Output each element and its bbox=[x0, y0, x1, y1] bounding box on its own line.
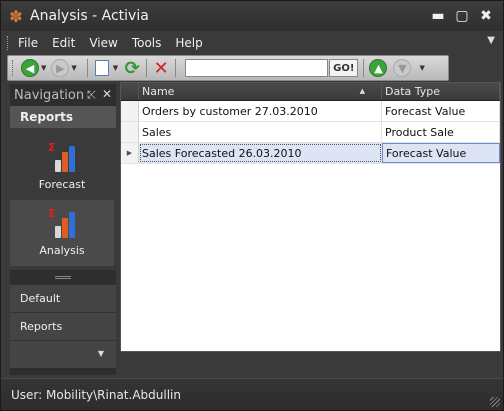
download-icon[interactable]: ▼ bbox=[393, 59, 412, 77]
title-bar[interactable]: ✽ Analysis - Activia ▬ ▢ ✖ bbox=[1, 1, 503, 31]
chevron-down-icon[interactable]: ▼ bbox=[98, 349, 104, 358]
column-header-name[interactable]: Name ▲ bbox=[139, 83, 382, 100]
cell-name[interactable]: Sales bbox=[139, 122, 382, 142]
status-bar: User: Mobility\Rinat.Abdullin bbox=[1, 378, 503, 410]
nav-group-reports[interactable]: Reports bbox=[10, 106, 116, 128]
back-dropdown-icon[interactable]: ▼ bbox=[41, 64, 46, 72]
cell-name[interactable]: Orders by customer 27.03.2010 bbox=[139, 101, 382, 121]
column-header-label: Name bbox=[142, 85, 175, 98]
toolbar: ◀ ▼ ▶ ▼ ▼ ⟳ ✕ GO! ▲ ▼ ▼ bbox=[7, 55, 449, 81]
close-icon[interactable]: ✕ bbox=[102, 87, 112, 101]
minimize-icon[interactable]: ▬ bbox=[429, 7, 447, 25]
menu-file[interactable]: File bbox=[18, 36, 38, 50]
navigation-panel: Navigation ⤪ ✕ Reports Σ Forecast Σ Anal… bbox=[10, 84, 116, 375]
cell-data-type[interactable]: Forecast Value bbox=[382, 101, 500, 121]
row-indicator[interactable] bbox=[121, 122, 139, 142]
row-indicator[interactable] bbox=[121, 101, 139, 121]
bar-chart-icon: Σ bbox=[48, 207, 76, 238]
toolbar-overflow-icon[interactable]: ▼ bbox=[419, 64, 424, 72]
row-current-icon[interactable]: ▶ bbox=[121, 143, 139, 163]
nav-item-reports[interactable]: Reports bbox=[10, 312, 116, 340]
pin-icon[interactable]: ⤪ bbox=[87, 88, 96, 102]
nav-link-label: Forecast bbox=[38, 178, 86, 191]
toolbar-separator bbox=[146, 59, 148, 77]
search-input[interactable] bbox=[185, 59, 329, 77]
cell-data-type[interactable]: Product Sale bbox=[382, 122, 500, 142]
window-controls: ▬ ▢ ✖ bbox=[429, 7, 495, 25]
nav-item-default[interactable]: Default bbox=[10, 284, 116, 312]
table-row[interactable]: Orders by customer 27.03.2010 Forecast V… bbox=[121, 101, 500, 122]
menu-view[interactable]: View bbox=[89, 36, 117, 50]
toolbar-separator bbox=[363, 59, 365, 77]
nav-link-analysis[interactable]: Σ Analysis bbox=[10, 200, 114, 266]
forward-dropdown-icon[interactable]: ▼ bbox=[71, 64, 76, 72]
close-icon[interactable]: ✖ bbox=[477, 7, 495, 25]
toolbar-grip[interactable] bbox=[12, 60, 15, 76]
menu-edit[interactable]: Edit bbox=[52, 36, 75, 50]
upload-icon[interactable]: ▲ bbox=[369, 59, 388, 77]
resize-grip-icon[interactable] bbox=[490, 397, 500, 407]
menu-bar: File Edit View Tools Help ▼ bbox=[7, 33, 497, 53]
refresh-icon[interactable]: ⟳ bbox=[123, 58, 141, 79]
menu-help[interactable]: Help bbox=[175, 36, 202, 50]
reports-grid: Name ▲ Data Type Orders by customer 27.0… bbox=[120, 82, 501, 352]
toolbar-separator bbox=[175, 59, 177, 77]
grid-header: Name ▲ Data Type bbox=[121, 83, 500, 101]
nav-splitter[interactable] bbox=[10, 270, 116, 284]
toolbar-separator bbox=[86, 59, 88, 77]
grid-header-indicator bbox=[121, 83, 139, 100]
nav-footer: ▼ bbox=[10, 340, 116, 368]
menu-grip[interactable] bbox=[7, 36, 10, 50]
cell-data-type[interactable]: Forecast Value bbox=[382, 143, 500, 163]
menu-tools[interactable]: Tools bbox=[132, 36, 162, 50]
status-user: User: Mobility\Rinat.Abdullin bbox=[11, 387, 181, 402]
new-document-icon bbox=[94, 60, 109, 76]
cell-name[interactable]: Sales Forecasted 26.03.2010 bbox=[139, 143, 382, 163]
nav-group-body: Σ Forecast Σ Analysis bbox=[10, 128, 116, 270]
nav-link-label: Analysis bbox=[39, 244, 85, 257]
forward-icon[interactable]: ▶ bbox=[51, 59, 70, 77]
column-header-data-type[interactable]: Data Type bbox=[382, 83, 500, 100]
stop-icon[interactable]: ✕ bbox=[152, 58, 170, 79]
back-icon[interactable]: ◀ bbox=[21, 59, 39, 77]
new-document-button[interactable] bbox=[93, 59, 111, 77]
new-document-dropdown-icon[interactable]: ▼ bbox=[113, 64, 118, 72]
table-row[interactable]: Sales Product Sale bbox=[121, 122, 500, 143]
app-logo-icon: ✽ bbox=[9, 6, 23, 26]
navigation-header: Navigation ⤪ ✕ bbox=[10, 84, 116, 106]
table-row[interactable]: ▶ Sales Forecasted 26.03.2010 Forecast V… bbox=[121, 143, 500, 164]
main-window: ✽ Analysis - Activia ▬ ▢ ✖ File Edit Vie… bbox=[0, 0, 504, 411]
maximize-icon[interactable]: ▢ bbox=[453, 7, 471, 25]
bar-chart-icon: Σ bbox=[48, 141, 76, 172]
menu-overflow-icon[interactable]: ▼ bbox=[487, 35, 495, 46]
go-button[interactable]: GO! bbox=[329, 59, 359, 77]
sort-ascending-icon: ▲ bbox=[359, 87, 365, 95]
window-title: Analysis - Activia bbox=[30, 8, 149, 24]
nav-link-forecast[interactable]: Σ Forecast bbox=[10, 134, 114, 200]
navigation-title: Navigation bbox=[14, 87, 85, 103]
